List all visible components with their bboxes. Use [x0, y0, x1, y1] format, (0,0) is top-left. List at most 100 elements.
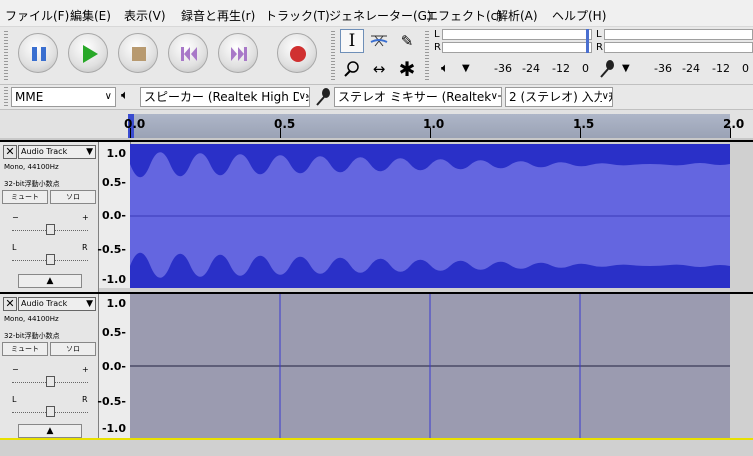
track-format: Mono, 44100Hz: [4, 315, 59, 323]
record-icon: [290, 46, 306, 62]
i-beam-icon: I: [348, 31, 356, 51]
mute-button[interactable]: ミュート: [2, 190, 48, 204]
amp-label-1: 1.0: [106, 147, 127, 160]
play-meter-right[interactable]: [442, 42, 592, 53]
caret-down-icon: ▼: [86, 299, 93, 309]
amp-label-1: 1.0: [106, 297, 127, 310]
pan-left-label: L: [12, 243, 17, 252]
menu-analyze[interactable]: 解析(A): [496, 7, 538, 24]
close-track-button[interactable]: ✕: [3, 145, 17, 159]
chevron-down-icon: ∨: [298, 88, 306, 106]
ruler-tick: [580, 128, 581, 138]
ruler-tick: [730, 128, 731, 138]
pan-slider-thumb[interactable]: [46, 254, 55, 265]
audio-track-2: ✕ Audio Track ▼ Mono, 44100Hz 32-bit浮動小数点…: [0, 292, 753, 444]
track-sample-format: 32-bit浮動小数点: [4, 332, 60, 340]
play-scale-24: -24: [522, 62, 540, 75]
output-device-select[interactable]: スピーカー (Realtek High Def ∨: [140, 87, 310, 107]
gain-slider-thumb[interactable]: [46, 224, 55, 235]
toolbar-grip[interactable]: [4, 31, 8, 81]
selection-tool[interactable]: I: [340, 29, 364, 53]
host-select[interactable]: MME ∨: [11, 87, 116, 107]
skip-to-start-button[interactable]: [168, 33, 208, 73]
track-name: Audio Track: [21, 299, 68, 308]
rec-meter-right[interactable]: [604, 42, 753, 53]
play-scale-36: -36: [494, 62, 512, 75]
close-icon: ✕: [5, 145, 15, 158]
time-shift-tool[interactable]: ↔: [367, 57, 391, 81]
close-icon: ✕: [5, 297, 15, 310]
record-button[interactable]: [277, 33, 317, 73]
rec-meter-label-l: L: [596, 29, 602, 40]
stop-button[interactable]: [118, 33, 158, 73]
amp-label-0: 0.0-: [101, 209, 126, 222]
rec-meter-dropdown[interactable]: ▼: [622, 63, 630, 74]
solo-button[interactable]: ソロ: [50, 342, 96, 356]
transport-toolbar: I ✎ ↔ ✱ L R L R 🔈︎ ▼ -36 -24 -12 0 ▼ -36…: [0, 27, 753, 85]
menu-bar: ファイル(F) 編集(E) 表示(V) 録音と再生(r) トラック(T) ジェネ…: [0, 0, 753, 27]
draw-tool[interactable]: ✎: [395, 29, 419, 53]
track-name-menu[interactable]: Audio Track ▼: [18, 297, 96, 311]
play-scale-0: 0: [582, 62, 589, 75]
ruler-label-1: 1.0: [423, 117, 445, 131]
ruler-tick: [130, 128, 131, 138]
double-arrow-icon: ↔: [372, 60, 386, 78]
zoom-tool[interactable]: [340, 57, 364, 81]
envelope-tool[interactable]: [367, 29, 391, 53]
play-meter-dropdown[interactable]: ▼: [462, 63, 470, 74]
amp-label-0-5: 0.5-: [101, 326, 126, 339]
gain-minus-label: −: [12, 213, 19, 222]
speaker-icon: 🔈︎: [441, 61, 449, 76]
rec-meter-left[interactable]: [604, 29, 753, 40]
play-meter-marker: [586, 29, 589, 53]
menu-effect[interactable]: エフェクト(c): [426, 7, 502, 24]
magnifier-icon: [344, 61, 359, 77]
menu-edit[interactable]: 編集(E): [70, 7, 111, 24]
menu-transport[interactable]: 録音と再生(r): [181, 7, 255, 24]
input-channels-value: 2 (ステレオ) 入力チ: [509, 90, 613, 104]
tools-grip[interactable]: [331, 31, 335, 81]
caret-down-icon: ▼: [86, 147, 93, 157]
input-device-select[interactable]: ステレオ ミキサー (Realtek Hig ∨: [334, 87, 502, 107]
collapse-track-button[interactable]: ▲: [18, 274, 82, 288]
waveform-graphic: [130, 294, 730, 438]
track-name-menu[interactable]: Audio Track ▼: [18, 145, 96, 159]
waveform[interactable]: [130, 144, 730, 288]
close-track-button[interactable]: ✕: [3, 297, 17, 311]
ruler-label-1-5: 1.5: [573, 117, 595, 131]
ruler-tick: [280, 128, 281, 138]
waveform-empty[interactable]: [130, 294, 730, 438]
menu-generate[interactable]: ジェネレーター(G): [329, 7, 432, 24]
menu-file[interactable]: ファイル(F): [5, 7, 69, 24]
device-grip[interactable]: [4, 87, 8, 107]
meter-grip[interactable]: [425, 31, 429, 81]
play-scale-12: -12: [552, 62, 570, 75]
collapse-track-button[interactable]: ▲: [18, 424, 82, 438]
pan-slider-thumb[interactable]: [46, 406, 55, 417]
multi-tool[interactable]: ✱: [395, 57, 419, 81]
rec-meter-label-r: R: [596, 42, 603, 53]
menu-view[interactable]: 表示(V): [124, 7, 166, 24]
mute-button[interactable]: ミュート: [2, 342, 48, 356]
pause-button[interactable]: [18, 33, 58, 73]
skip-to-end-button[interactable]: [218, 33, 258, 73]
track-control-panel: ✕ Audio Track ▼ Mono, 44100Hz 32-bit浮動小数点…: [0, 142, 99, 292]
microphone-icon: [316, 88, 330, 106]
menu-help[interactable]: ヘルプ(H): [552, 7, 606, 24]
play-meter-left[interactable]: [442, 29, 592, 40]
skip-start-icon: [181, 47, 197, 61]
amp-label-neg-0-5: -0.5-: [97, 243, 126, 256]
amp-label-neg-0-5: -0.5-: [97, 395, 126, 408]
gain-slider-thumb[interactable]: [46, 376, 55, 387]
chevron-down-icon: ∨: [490, 88, 498, 106]
ruler-label-0: 0.0: [124, 117, 146, 131]
envelope-icon: [370, 35, 388, 47]
rec-scale-36: -36: [654, 62, 672, 75]
play-button[interactable]: [68, 33, 108, 73]
gain-plus-label: +: [82, 213, 89, 222]
chevron-down-icon: ∨: [601, 88, 609, 106]
menu-tracks[interactable]: トラック(T): [265, 7, 330, 24]
input-channels-select[interactable]: 2 (ステレオ) 入力チ ∨: [505, 87, 613, 107]
solo-button[interactable]: ソロ: [50, 190, 96, 204]
input-device-value: ステレオ ミキサー (Realtek Hig: [338, 90, 502, 104]
